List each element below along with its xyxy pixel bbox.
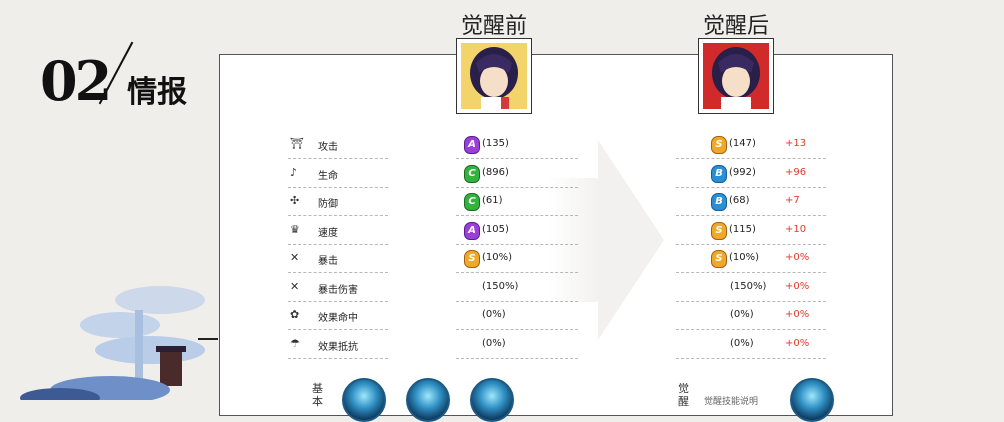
torii-icon: ⛩ [290,137,304,150]
stat-label: 效果抵抗 [318,341,358,353]
stat-delta: +0% [785,309,810,320]
grade-badge: B [711,164,727,183]
skill-icon[interactable] [470,378,514,422]
stat-delta: +10 [785,223,807,235]
character-icon [461,43,527,109]
grade-badge: C [464,193,480,211]
stat-label: 攻击 [318,142,338,153]
stat-value-before: (896) [482,166,509,178]
stat-label: 暴击伤害 [318,284,358,296]
crossed-swords-icon: ✕ [290,251,300,264]
section-title: 情报 [127,75,188,110]
stat-label: 防御 [318,199,338,210]
grade-badge: S [711,221,727,240]
stat-delta: +0% [785,280,810,292]
grade-badge: S [464,250,480,268]
section-header: 02 情报 [40,38,187,108]
stat-value-after: (150%) [730,280,767,292]
stat-value-before: (105) [482,223,509,235]
umbrella-icon: ☂ [290,336,300,350]
skill-icon[interactable] [790,378,834,422]
stat-value-before: (135) [482,138,509,149]
stat-row-after [676,187,826,216]
after-title: 觉醒后 [702,14,769,39]
stat-row-before [456,301,578,330]
health-icon: ♪ [290,165,298,179]
stat-value-after: (0%) [730,309,754,320]
grade-badge: A [464,221,480,240]
skills-before-label: 基本 [312,382,323,408]
stat-delta: +7 [785,195,800,206]
stat-row-before [456,330,578,359]
stat-value-after: (992) [729,166,756,178]
portrait-after [698,38,774,114]
grade-badge: S [711,250,727,268]
stat-row [288,244,388,273]
skill-icon[interactable] [342,378,386,422]
stat-delta: +96 [785,166,807,178]
stat-value-after: (0%) [730,337,754,349]
stat-value-before: (61) [482,195,503,206]
grade-badge: C [464,164,480,183]
progression-arrow-icon [598,140,664,340]
stat-delta: +13 [785,138,807,149]
skill-description: 觉醒技能说明 [704,397,759,407]
flower-icon: ✿ [290,308,300,321]
before-title: 觉醒前 [460,14,527,39]
stat-label: 效果命中 [318,313,358,324]
grade-badge: B [711,193,727,211]
stat-value-before: (0%) [482,309,506,320]
speed-icon: ♛ [290,222,300,236]
tree-illustration [20,286,218,400]
stat-delta: +0% [785,252,810,263]
stat-label: 暴击 [318,256,338,267]
grade-badge: S [711,136,727,154]
stat-delta: +0% [785,337,810,349]
stat-row [288,159,388,188]
stat-value-before: (150%) [482,280,519,292]
character-icon [703,43,769,109]
stat-row [288,187,388,216]
stat-value-after: (68) [729,195,750,206]
stat-value-before: (10%) [482,252,513,263]
stat-row [288,216,388,245]
stat-label: 生命 [318,170,338,182]
stat-value-after: (115) [729,223,756,235]
stat-value-after: (10%) [729,252,760,263]
grade-badge: A [464,136,480,154]
section-number: 02 [40,49,112,113]
portrait-before [456,38,532,114]
crossed-swords-icon: ✕ [290,279,300,293]
stat-value-after: (147) [729,138,756,149]
skills-after-label: 觉醒 [678,382,689,408]
stat-label: 速度 [318,227,338,239]
skill-icon[interactable] [406,378,450,422]
shield-shuriken-icon: ✣ [290,194,300,207]
stat-value-before: (0%) [482,337,506,349]
